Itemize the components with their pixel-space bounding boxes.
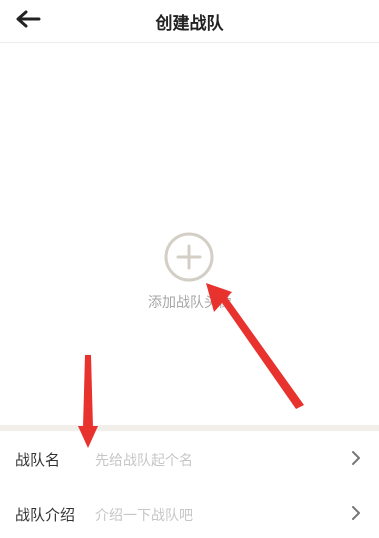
avatar-area: 添加战队头像 [0, 43, 379, 425]
team-intro-label: 战队介绍 [15, 506, 76, 524]
team-intro-row[interactable]: 战队介绍 介绍一下战队吧 [0, 488, 379, 538]
team-intro-input[interactable]: 介绍一下战队吧 [95, 505, 193, 525]
page-title: 创建战队 [155, 14, 224, 34]
team-name-label: 战队名 [15, 451, 61, 469]
plus-circle-icon [164, 232, 214, 282]
chevron-right-icon [352, 451, 360, 465]
section-divider [0, 425, 379, 431]
add-avatar-button[interactable]: 添加战队头像 [140, 232, 240, 322]
team-name-row[interactable]: 战队名 先给战队起个名 [0, 433, 379, 483]
top-bar: 创建战队 [0, 0, 379, 43]
team-name-input[interactable]: 先给战队起个名 [95, 450, 193, 470]
chevron-right-icon [352, 506, 360, 520]
add-avatar-label: 添加战队头像 [148, 295, 232, 311]
